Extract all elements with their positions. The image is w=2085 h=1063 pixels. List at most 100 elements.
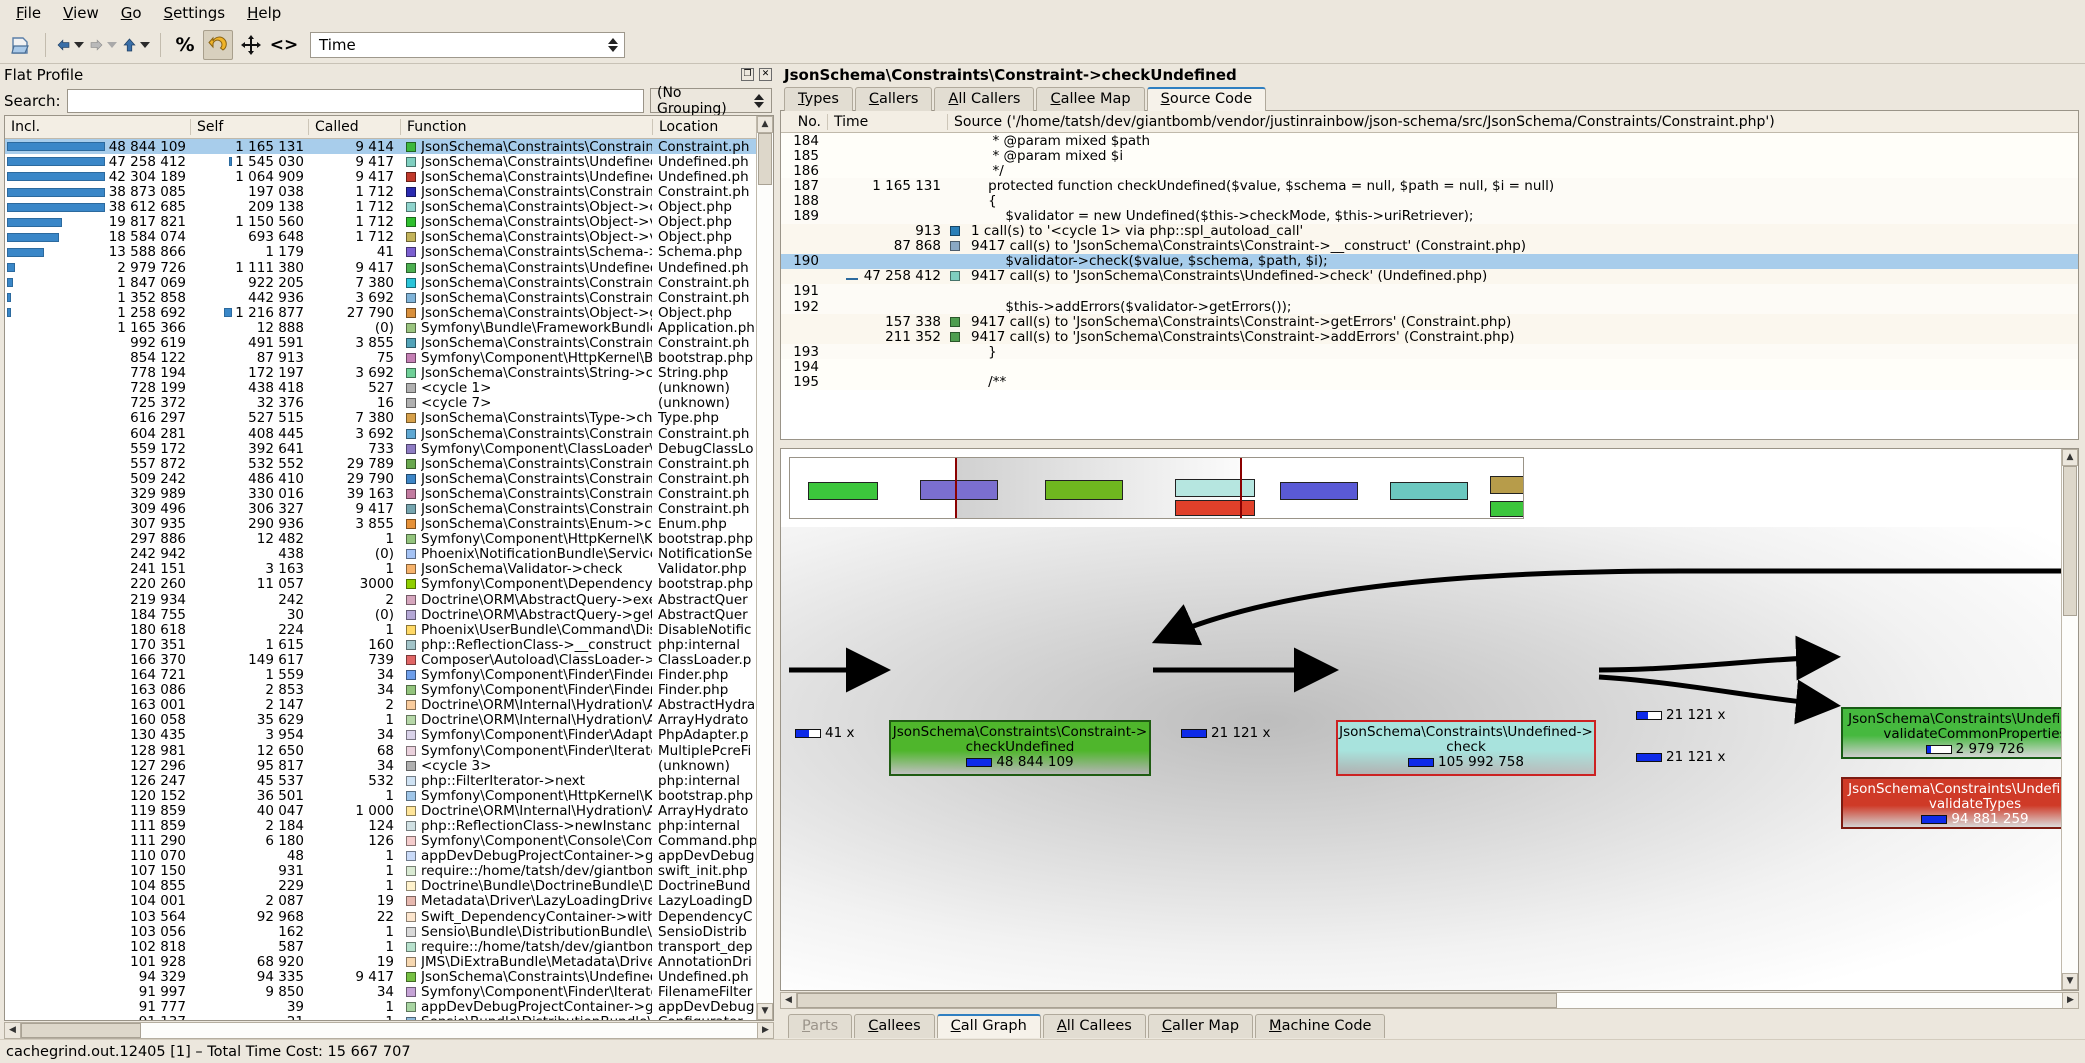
table-row[interactable]: 91 137 21 1 Sensio\Bundle\DistributionBundl… (5, 1014, 756, 1020)
arrow-back-icon[interactable] (55, 30, 85, 60)
graph-scroll-left-button[interactable]: ◀ (780, 992, 797, 1009)
bottom-tab-callees[interactable]: Callees (854, 1014, 935, 1038)
column-header-incl[interactable]: Incl. (5, 119, 190, 135)
arrow-up-icon[interactable] (121, 30, 151, 60)
table-row[interactable]: 163 001 2 147 2 Doctrine\ORM\Internal\Hydra… (5, 697, 756, 713)
table-row[interactable]: 42 304 189 1 064 909 9 417 JsonSchema\Const… (5, 169, 756, 185)
table-row[interactable]: 119 859 40 047 1 000 Doctrine\ORM\Internal\… (5, 803, 756, 819)
table-row[interactable]: 163 086 2 853 34 Symfony\Component\Finder\F… (5, 682, 756, 698)
graph-scroll-right-button[interactable]: ▶ (2062, 992, 2079, 1009)
table-row[interactable]: 509 242 486 410 29 790 JsonSchema\Constrain… (5, 471, 756, 487)
source-code-row[interactable]: 192 $this->addErrors($validator->getErro… (781, 299, 2078, 315)
table-row[interactable]: 557 872 532 552 29 789 JsonSchema\Constrain… (5, 456, 756, 472)
tab-source-code[interactable]: Source Code (1146, 87, 1267, 111)
table-row[interactable]: 126 247 45 537 532 php::FilterIterator->nex… (5, 773, 756, 789)
source-code-row[interactable]: 186 */ (781, 163, 2078, 179)
table-row[interactable]: 559 172 392 641 733 Symfony\Component\Class… (5, 441, 756, 457)
table-row[interactable]: 778 194 172 197 3 692 JsonSchema\Constraint… (5, 365, 756, 381)
table-row[interactable]: 107 150 931 1 require::/home/tatsh/dev/gian… (5, 863, 756, 879)
source-code-row[interactable]: 193 } (781, 344, 2078, 360)
scroll-track[interactable] (757, 133, 773, 1003)
source-column-source[interactable]: Source ('/home/tatsh/dev/giantbomb/vendo… (947, 113, 2078, 130)
source-code-row[interactable]: 194 (781, 359, 2078, 375)
column-header-location[interactable]: Location (652, 119, 756, 136)
graph-vscroll-track[interactable] (2062, 466, 2078, 973)
call-graph-canvas[interactable]: JsonSchema\Constraints\Constraint-> check… (781, 449, 2061, 990)
table-row[interactable]: 111 859 2 184 124 php::ReflectionClass->new… (5, 818, 756, 834)
source-call-row[interactable]: 211 352 9417 call(s) to 'JsonSchema\Const… (781, 329, 2078, 345)
scroll-down-button[interactable]: ▼ (757, 1003, 773, 1020)
table-row[interactable]: 47 258 412 1 545 030 9 417 JsonSchema\Const… (5, 154, 756, 170)
bottom-tab-caller-map[interactable]: Caller Map (1147, 1014, 1254, 1038)
bottom-tab-bar[interactable]: Parts Callees Call Graph All Callees Caller … (780, 1013, 2079, 1039)
bottom-tab-call-graph[interactable]: Call Graph (936, 1014, 1041, 1038)
table-row[interactable]: 220 260 11 057 3000 Symfony\Component\Depen… (5, 576, 756, 592)
table-row[interactable]: 309 496 306 327 9 417 JsonSchema\Constraint… (5, 501, 756, 517)
source-call-row[interactable]: 47 258 412 9417 call(s) to 'JsonSchema\Co… (781, 268, 2078, 284)
table-row[interactable]: 329 989 330 016 39 163 JsonSchema\Constrain… (5, 486, 756, 502)
column-header-self[interactable]: Self (190, 119, 308, 136)
source-column-no[interactable]: No. (781, 114, 827, 130)
table-row[interactable]: 38 873 085 197 038 1 712 JsonSchema\Constra… (5, 184, 756, 200)
table-row[interactable]: 38 612 685 209 138 1 712 JsonSchema\Constra… (5, 199, 756, 215)
table-row[interactable]: 1 847 069 922 205 7 380 JsonSchema\Constrai… (5, 275, 756, 291)
source-code-row[interactable]: 191 (781, 283, 2078, 299)
table-row[interactable]: 130 435 3 954 34 Symfony\Component\Finder\A… (5, 727, 756, 743)
bottom-tab-all-callees[interactable]: All Callees (1042, 1014, 1146, 1038)
table-row[interactable]: 101 928 68 920 19 JMS\DiExtraBundle\Metadat… (5, 954, 756, 970)
graph-node[interactable]: JsonSchema\Constraints\Undefined->valida… (1841, 707, 2061, 759)
table-row[interactable]: 104 855 229 1 Doctrine\Bundle\DoctrineBundl… (5, 878, 756, 894)
table-row[interactable]: 184 755 30 (0) Doctrine\ORM\AbstractQuery->… (5, 607, 756, 623)
tab-types[interactable]: Types (784, 87, 853, 111)
bottom-tab-machine-code[interactable]: Machine Code (1255, 1014, 1386, 1038)
table-row[interactable]: 854 122 87 913 75 Symfony\Component\HttpKer… (5, 350, 756, 366)
source-body[interactable]: 184 * @param mixed $path 185 * @param mix… (781, 133, 2078, 439)
table-row[interactable]: 160 058 35 629 1 Doctrine\ORM\Internal\Hydr… (5, 712, 756, 728)
table-row[interactable]: 91 777 39 1 appDevDebugProjectContainer->ge… (5, 999, 756, 1015)
table-row[interactable]: 110 070 48 1 appDevDebugProjectContainer->g… (5, 848, 756, 864)
detail-tab-bar[interactable]: Types Callers All Callers Callee Map Source … (780, 86, 2079, 111)
grouping-spinner[interactable] (754, 93, 768, 108)
search-input[interactable] (66, 88, 644, 113)
table-row[interactable]: 18 584 074 693 648 1 712 JsonSchema\Constra… (5, 229, 756, 245)
graph-node[interactable]: JsonSchema\Constraints\Undefined->valida… (1841, 777, 2061, 829)
hscroll-track[interactable] (21, 1022, 757, 1039)
tab-callee-map[interactable]: Callee Map (1036, 87, 1145, 111)
graph-scroll-down-button[interactable]: ▼ (2062, 973, 2078, 990)
table-body[interactable]: 48 844 109 1 165 131 9 414 JsonSchema\Const… (5, 139, 756, 1020)
table-row[interactable]: 103 056 162 1 Sensio\Bundle\DistributionBun… (5, 924, 756, 940)
table-row[interactable]: 1 352 858 442 936 3 692 JsonSchema\Constrai… (5, 290, 756, 306)
graph-hscrollbar[interactable]: ◀ ▶ (780, 992, 2079, 1009)
tab-all-callers[interactable]: All Callers (934, 87, 1035, 111)
menu-item-settings[interactable]: Settings (154, 3, 236, 24)
menu-item-file[interactable]: File (6, 3, 51, 24)
close-dock-icon[interactable]: ✕ (759, 68, 772, 82)
source-column-time[interactable]: Time (827, 113, 947, 130)
event-type-combo[interactable]: Time (310, 31, 625, 58)
menu-item-help[interactable]: Help (237, 3, 291, 24)
table-row[interactable]: 992 619 491 591 3 855 JsonSchema\Constraint… (5, 335, 756, 351)
event-type-spinner[interactable] (608, 37, 622, 52)
source-code-row[interactable]: 184 * @param mixed $path (781, 133, 2078, 149)
table-row[interactable]: 48 844 109 1 165 131 9 414 JsonSchema\Const… (5, 139, 756, 155)
open-document-icon[interactable] (6, 30, 36, 60)
graph-vscrollbar[interactable]: ▲ ▼ (2061, 449, 2078, 990)
source-code-row[interactable]: 190 $validator->check($value, $schema, $… (781, 253, 2078, 269)
table-row[interactable]: 604 281 408 445 3 692 JsonSchema\Constraint… (5, 426, 756, 442)
graph-hscroll-thumb[interactable] (797, 993, 1557, 1008)
table-row[interactable]: 2 979 726 1 111 380 9 417 JsonSchema\Constr… (5, 260, 756, 276)
table-row[interactable]: 166 370 149 617 739 Composer\Autoload\Class… (5, 652, 756, 668)
graph-hscroll-track[interactable] (797, 992, 2062, 1009)
table-row[interactable]: 104 001 2 087 19 Metadata\Driver\LazyLoadin… (5, 893, 756, 909)
table-row[interactable]: 170 351 1 615 160 php::ReflectionClass->__c… (5, 637, 756, 653)
move-icon[interactable] (236, 30, 266, 60)
table-row[interactable]: 13 588 866 1 179 41 JsonSchema\Constraints\… (5, 244, 756, 260)
scroll-up-button[interactable]: ▲ (757, 116, 773, 134)
table-row[interactable]: 180 618 224 1 Phoenix\UserBundle\Command\Di… (5, 622, 756, 638)
table-row[interactable]: 616 297 527 515 7 380 JsonSchema\Constraint… (5, 410, 756, 426)
hscroll-thumb[interactable] (21, 1023, 141, 1038)
graph-node[interactable]: JsonSchema\Constraints\Constraint-> check… (889, 720, 1151, 776)
undo-relative-icon[interactable] (203, 29, 233, 60)
table-row[interactable]: 1 165 366 12 888 (0) Symfony\Bundle\Framewo… (5, 320, 756, 336)
table-row[interactable]: 102 818 587 1 require::/home/tatsh/dev/gian… (5, 939, 756, 955)
